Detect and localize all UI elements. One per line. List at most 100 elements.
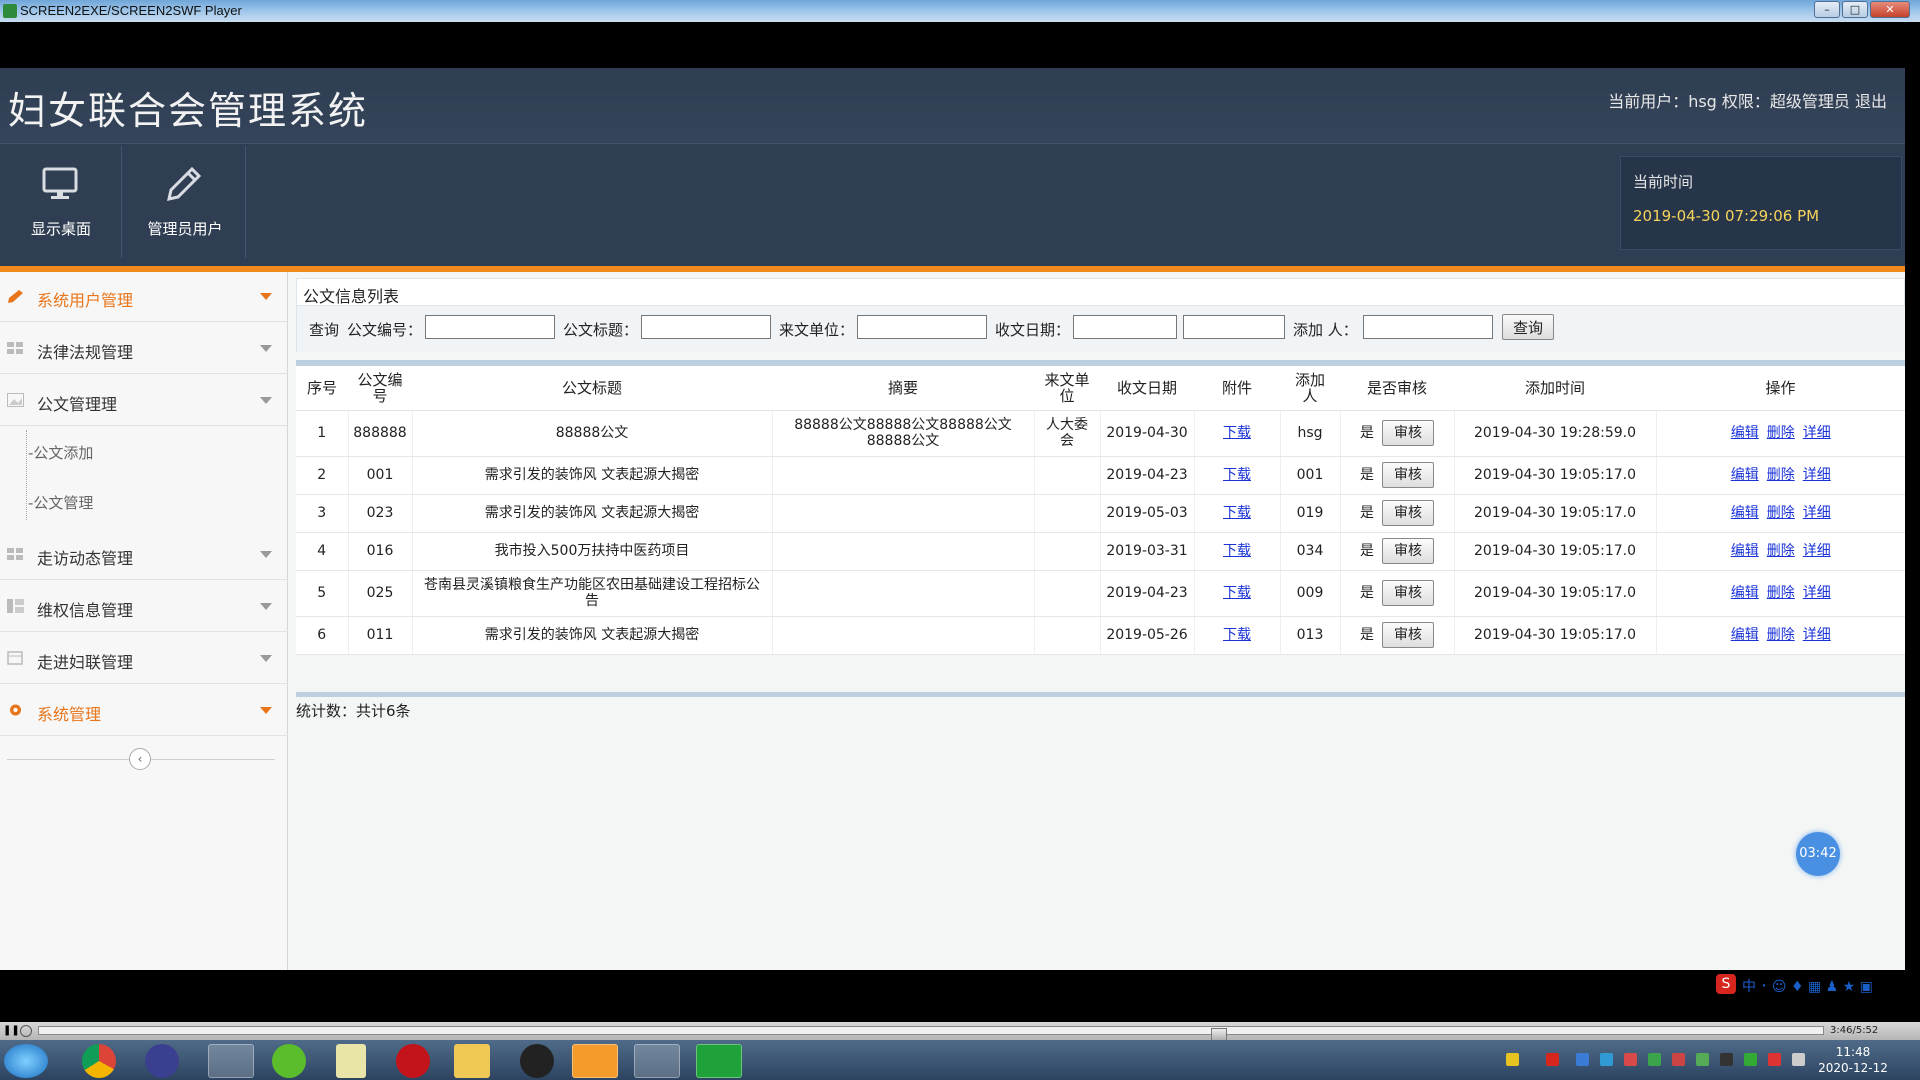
sidebar-subitem-add-document[interactable]: -公文添加: [28, 442, 93, 463]
edit-link[interactable]: 编辑: [1731, 467, 1759, 483]
start-button[interactable]: [4, 1044, 48, 1078]
tray-icon[interactable]: [1720, 1053, 1733, 1066]
detail-link[interactable]: 详细: [1803, 543, 1831, 559]
volume-icon[interactable]: [1768, 1053, 1781, 1066]
delete-link[interactable]: 删除: [1767, 505, 1795, 521]
doc-no-input[interactable]: [425, 315, 555, 339]
audit-button[interactable]: 审核: [1382, 580, 1434, 606]
tray-icon[interactable]: [1576, 1053, 1589, 1066]
col-header: 添加人: [1280, 366, 1340, 411]
doc-title-input[interactable]: [641, 315, 771, 339]
tray-icon[interactable]: [1696, 1053, 1709, 1066]
delete-link[interactable]: 删除: [1767, 543, 1795, 559]
tray-icon[interactable]: [1506, 1053, 1519, 1066]
adder-label: 添加 人：: [1293, 321, 1358, 339]
detail-link[interactable]: 详细: [1803, 505, 1831, 521]
folder-icon[interactable]: [454, 1044, 490, 1078]
browser-icon[interactable]: [208, 1044, 254, 1078]
recv-date-end-input[interactable]: [1183, 315, 1285, 339]
minimize-button[interactable]: –: [1814, 1, 1840, 18]
sidebar-item-documents[interactable]: 公文管理理: [0, 376, 288, 426]
tray-icon[interactable]: [1744, 1053, 1757, 1066]
audit-button[interactable]: 审核: [1382, 420, 1434, 446]
sidebar-item-user-management[interactable]: 系统用户管理: [0, 272, 288, 322]
shield-icon[interactable]: [1600, 1053, 1613, 1066]
cell-added-time: 2019-04-30 19:05:17.0: [1454, 570, 1657, 617]
detail-link[interactable]: 详细: [1803, 585, 1831, 601]
seek-track[interactable]: [38, 1026, 1824, 1042]
detail-link[interactable]: 详细: [1803, 627, 1831, 643]
cell-date: 2019-05-26: [1100, 616, 1195, 655]
notepad-icon[interactable]: [336, 1044, 366, 1078]
app-icon[interactable]: [145, 1044, 179, 1078]
close-button[interactable]: ✕: [1870, 1, 1910, 18]
download-link[interactable]: 下载: [1223, 425, 1251, 441]
qq-icon[interactable]: [520, 1044, 554, 1078]
edit-link[interactable]: 编辑: [1731, 585, 1759, 601]
cell-title: 需求引发的装饰风 文表起源大揭密: [412, 616, 773, 655]
delete-link[interactable]: 删除: [1767, 425, 1795, 441]
col-header: 添加时间: [1454, 366, 1656, 411]
adder-input[interactable]: [1363, 315, 1493, 339]
cell-actions: 编辑 删除 详细: [1656, 410, 1905, 457]
tray-icon[interactable]: [1624, 1053, 1637, 1066]
from-unit-label: 来文单位：: [779, 321, 855, 339]
audit-button[interactable]: 审核: [1382, 500, 1434, 526]
tray-icon[interactable]: [1672, 1053, 1685, 1066]
delete-link[interactable]: 删除: [1767, 627, 1795, 643]
sidebar-item-federation[interactable]: 走进妇联管理: [0, 634, 288, 684]
sidebar-item-visits[interactable]: 走访动态管理: [0, 530, 288, 580]
query-button[interactable]: 查询: [1502, 314, 1554, 340]
network-icon[interactable]: [1792, 1053, 1805, 1066]
sidebar-item-rights[interactable]: 维权信息管理: [0, 582, 288, 632]
sidebar-item-laws[interactable]: 法律法规管理: [0, 324, 288, 374]
tray-icon[interactable]: [1546, 1053, 1559, 1066]
detail-link[interactable]: 详细: [1803, 467, 1831, 483]
cell-summary: [772, 494, 1035, 533]
edit-link[interactable]: 编辑: [1731, 543, 1759, 559]
audit-button[interactable]: 审核: [1382, 538, 1434, 564]
detail-link[interactable]: 详细: [1803, 425, 1831, 441]
chrome-icon[interactable]: [82, 1044, 116, 1078]
app-icon[interactable]: [272, 1044, 306, 1078]
time-label: 当前时间: [1633, 173, 1694, 191]
toolbar-label: 显示桌面: [30, 220, 91, 238]
show-desktop-button[interactable]: 显示桌面: [0, 146, 122, 258]
edit-link[interactable]: 编辑: [1731, 425, 1759, 441]
screen2exe-icon[interactable]: [696, 1044, 742, 1078]
user-info[interactable]: 当前用户：hsg 权限：超级管理员 退出: [1608, 88, 1887, 112]
download-link[interactable]: 下载: [1223, 505, 1251, 521]
sidebar-item-label: 走进妇联管理: [37, 653, 134, 672]
record-icon[interactable]: [20, 1025, 32, 1037]
from-unit-input[interactable]: [857, 315, 987, 339]
audio-icon[interactable]: [572, 1044, 618, 1078]
collapse-sidebar-button[interactable]: ‹: [129, 748, 151, 770]
download-link[interactable]: 下载: [1223, 543, 1251, 559]
delete-link[interactable]: 删除: [1767, 467, 1795, 483]
cell-adder: 013: [1280, 616, 1341, 655]
admin-user-button[interactable]: 管理员用户: [124, 146, 246, 258]
recv-date-start-input[interactable]: [1073, 315, 1177, 339]
download-link[interactable]: 下载: [1223, 467, 1251, 483]
tray-icon[interactable]: [1648, 1053, 1661, 1066]
wechat-icon[interactable]: [634, 1044, 680, 1078]
ime-toolbar[interactable]: S 中 ･ ☺ ♦ ▦ ♟ ★ ▣: [1710, 974, 1920, 998]
maximize-button[interactable]: □: [1842, 1, 1868, 18]
timer-badge[interactable]: 03:42: [1796, 832, 1840, 876]
edit-link[interactable]: 编辑: [1731, 627, 1759, 643]
sidebar-subitem-manage-document[interactable]: -公文管理: [28, 492, 93, 513]
edit-link[interactable]: 编辑: [1731, 505, 1759, 521]
delete-link[interactable]: 删除: [1767, 585, 1795, 601]
audit-button[interactable]: 审核: [1382, 622, 1434, 648]
flash-icon[interactable]: [396, 1044, 430, 1078]
download-link[interactable]: 下载: [1223, 585, 1251, 601]
download-link[interactable]: 下载: [1223, 627, 1251, 643]
cell-adder: hsg: [1280, 410, 1341, 457]
taskbar-clock[interactable]: 11:48 2020-12-12: [1818, 1044, 1888, 1076]
cell-no: 6: [296, 616, 349, 655]
audit-button[interactable]: 审核: [1382, 462, 1434, 488]
cell-adder: 001: [1280, 456, 1341, 495]
pause-icon[interactable]: ❚❚: [3, 1025, 20, 1037]
cell-attachment: 下载: [1194, 570, 1281, 617]
sidebar-item-system[interactable]: 系统管理: [0, 686, 288, 736]
